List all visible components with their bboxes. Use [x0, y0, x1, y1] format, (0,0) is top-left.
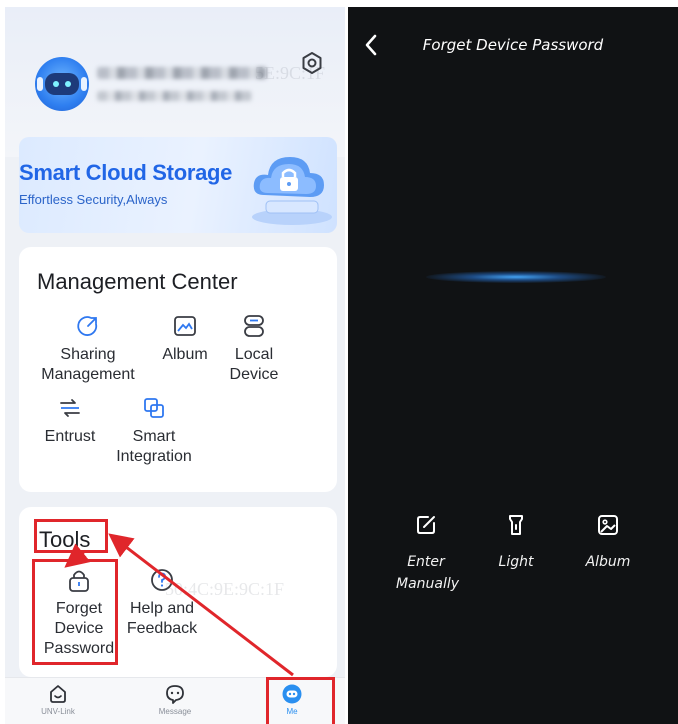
settings-hex-icon[interactable]: [298, 49, 326, 77]
forget-password-screen: Forget Device Password Enter Manually Li…: [348, 7, 678, 724]
avatar[interactable]: [35, 57, 89, 111]
album-icon: [174, 316, 196, 336]
smart-integration-icon: [144, 398, 164, 418]
entrust-label: Entrust: [44, 428, 96, 445]
banner-title: Smart Cloud Storage: [19, 160, 233, 185]
local-device-item[interactable]: Local Device: [224, 313, 284, 385]
sharing-management-label: Sharing Management: [41, 346, 135, 383]
message-icon: [166, 685, 184, 704]
enter-manually-button[interactable]: Enter Manually: [386, 513, 466, 595]
tab-message[interactable]: Message: [140, 683, 210, 716]
light-label: Light: [498, 554, 534, 570]
enter-manually-label: Enter Manually: [396, 554, 460, 592]
share-icon: [77, 316, 98, 336]
home-icon: [50, 685, 66, 703]
entrust-item[interactable]: Entrust: [33, 395, 107, 447]
tab-unv-link[interactable]: UNV-Link: [23, 683, 93, 716]
album-label: Album: [162, 346, 208, 363]
local-device-label: Local Device: [229, 346, 279, 383]
entrust-icon: [60, 399, 80, 417]
tab-message-label: Message: [158, 707, 192, 716]
management-center-title: Management Center: [37, 269, 238, 294]
edit-icon: [417, 516, 435, 534]
username-blurred: [97, 67, 267, 79]
account-blurred: [97, 91, 252, 101]
forget-password-highlight-box: [32, 559, 118, 665]
help-and-feedback-item[interactable]: Help and Feedback: [123, 567, 201, 639]
watermark-text-2: 50:4C:9E:9C:1F: [165, 579, 285, 599]
smart-integration-item[interactable]: Smart Integration: [109, 395, 199, 467]
cloud-lock-icon: [252, 157, 332, 225]
local-device-icon: [244, 315, 264, 337]
me-screen: 5E:9C:1F Smart Cloud Storage Effortless …: [5, 7, 345, 724]
me-tab-highlight-box: [266, 677, 335, 724]
light-icon: [509, 515, 523, 535]
smart-integration-label: Smart Integration: [116, 428, 192, 465]
album-button[interactable]: Album: [568, 513, 648, 573]
album-item[interactable]: Album: [147, 313, 223, 365]
light-button[interactable]: Light: [476, 513, 556, 573]
sharing-management-item[interactable]: Sharing Management: [33, 313, 143, 385]
album-icon: [598, 515, 618, 535]
management-center-card: Management Center Sharing Management Alb…: [19, 247, 337, 492]
scan-glow-line: [426, 271, 606, 283]
tab-unv-link-label: UNV-Link: [41, 707, 75, 716]
banner-subtitle: Effortless Security,Always: [19, 192, 168, 207]
screen-title: Forget Device Password: [422, 36, 604, 54]
help-and-feedback-label: Help and Feedback: [126, 600, 198, 637]
album-action-label: Album: [585, 554, 631, 570]
tools-highlight-box: [34, 519, 108, 553]
cloud-storage-banner[interactable]: Smart Cloud Storage Effortless Security,…: [19, 137, 337, 233]
